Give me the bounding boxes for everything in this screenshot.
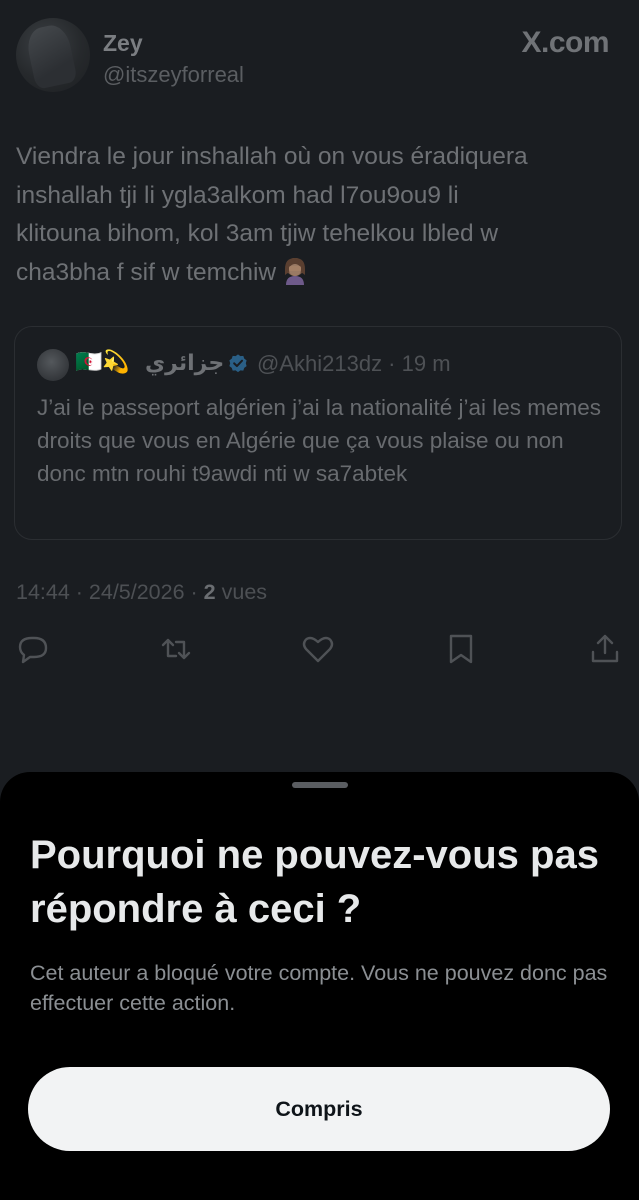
tweet: Zey @itszeyforreal X.com Viendra le jour… — [0, 0, 639, 780]
author-avatar[interactable] — [16, 18, 90, 92]
quoted-author-avatar — [37, 349, 69, 381]
author-name[interactable]: Zey — [103, 30, 143, 57]
screen: Zey @itszeyforreal X.com Viendra le jour… — [0, 0, 639, 1200]
tweet-meta: 14:44 · 24/5/2026 · 2 vues — [16, 580, 267, 605]
quoted-handle-time: @Akhi213dz · 19 m — [257, 351, 451, 376]
sheet-title: Pourquoi ne pouvez-vous pas répondre à c… — [30, 833, 599, 931]
reply-icon — [18, 636, 48, 664]
reply-button[interactable] — [16, 632, 50, 666]
retweet-icon — [161, 638, 191, 660]
retweet-button[interactable] — [159, 632, 193, 666]
quoted-author-name: جزائري — [145, 351, 225, 376]
sheet-grabber-handle[interactable] — [292, 782, 348, 788]
views-label: vues — [215, 580, 268, 604]
bottom-sheet: Pourquoi ne pouvez-vous pas répondre à c… — [0, 772, 639, 1200]
tweet-actions — [16, 632, 622, 668]
bookmark-button[interactable] — [444, 632, 478, 666]
quoted-tweet-card[interactable]: 🇩🇿💫 جزائري @Akhi213dz · 19 m J’ai le pas… — [14, 326, 622, 540]
sheet-message: Cet auteur a bloqué votre compte. Vous n… — [30, 961, 608, 1015]
like-button[interactable] — [301, 632, 335, 666]
woman-facepalming-icon — [285, 257, 306, 285]
verified-badge-icon — [229, 354, 247, 373]
author-handle[interactable]: @itszeyforreal — [103, 62, 244, 88]
compris-button[interactable]: Compris — [28, 1067, 610, 1151]
tweet-timestamp: 14:44 · 24/5/2026 · — [16, 580, 204, 604]
quoted-author-flags: 🇩🇿💫 — [75, 349, 130, 374]
bookmark-icon — [449, 634, 473, 664]
like-icon — [302, 636, 334, 663]
tweet-body: Viendra le jour inshallah où on vous éra… — [16, 138, 616, 292]
brand-logo: X.com — [521, 26, 609, 59]
share-icon — [591, 634, 619, 663]
views-count: 2 — [203, 580, 216, 604]
tweet-text: Viendra le jour inshallah où on vous éra… — [16, 143, 528, 286]
compris-button-label: Compris — [275, 1096, 363, 1121]
share-button[interactable] — [588, 632, 622, 666]
quoted-tweet-text: J’ai le passeport algérien j’ai la natio… — [37, 395, 602, 486]
